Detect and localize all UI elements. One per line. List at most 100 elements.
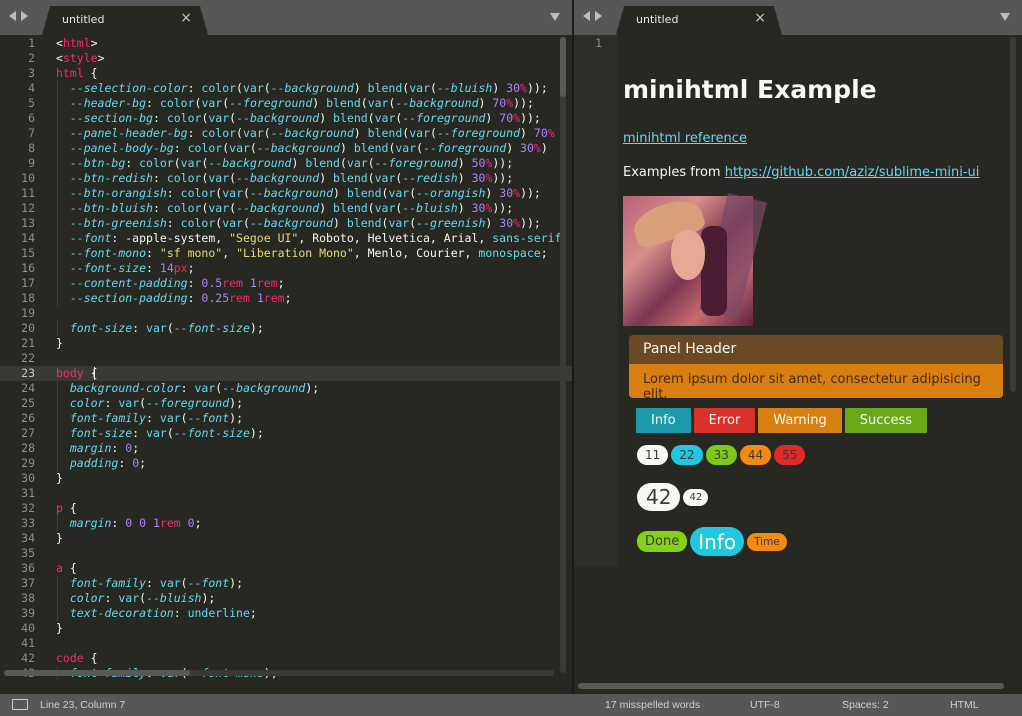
code-line[interactable]: 32 p {	[0, 501, 572, 516]
code-text[interactable]: --content-padding: 0.5rem 1rem;	[40, 276, 285, 291]
arrow-right-icon[interactable]	[595, 11, 602, 21]
code-text[interactable]: <html>	[40, 36, 98, 51]
code-line[interactable]: 33 margin: 0 0 1rem 0;	[0, 516, 572, 531]
code-line[interactable]: 29 padding: 0;	[0, 456, 572, 471]
code-line[interactable]: 17 --content-padding: 0.5rem 1rem;	[0, 276, 572, 291]
code-line[interactable]: 22	[0, 351, 572, 366]
code-line[interactable]: 5 --header-bg: color(var(--foreground) b…	[0, 96, 572, 111]
code-line[interactable]: 42 code {	[0, 651, 572, 666]
code-line[interactable]: 14 --font: -apple-system, "Segoe UI", Ro…	[0, 231, 572, 246]
code-editor[interactable]: 1 <html> 2 <style> 3 html {4 --selection-colo…	[0, 35, 572, 680]
code-text[interactable]: --section-padding: 0.25rem 1rem;	[40, 291, 292, 306]
code-text[interactable]: body {	[40, 366, 98, 381]
code-text[interactable]: --btn-bluish: color(var(--background) bl…	[40, 201, 513, 216]
code-text[interactable]: a {	[40, 561, 77, 576]
close-icon[interactable]: ×	[754, 10, 766, 26]
code-text-area[interactable]: 1 <html> 2 <style> 3 html {4 --selection-colo…	[0, 35, 572, 680]
code-text[interactable]: }	[40, 471, 63, 486]
code-text[interactable]	[40, 306, 56, 321]
code-text[interactable]: }	[40, 531, 63, 546]
code-line[interactable]: 1 <html>	[0, 36, 572, 51]
code-line[interactable]: 37 font-family: var(--font);	[0, 576, 572, 591]
code-text[interactable]: html {	[40, 66, 98, 81]
code-text[interactable]: p {	[40, 501, 77, 516]
code-line[interactable]: 21}	[0, 336, 572, 351]
tab-nav-arrows[interactable]	[9, 11, 28, 21]
github-link[interactable]: https://github.com/aziz/sublime-mini-ui	[725, 165, 980, 180]
code-text[interactable]: --selection-color: color(var(--backgroun…	[40, 81, 548, 96]
code-line[interactable]: 20 font-size: var(--font-size);	[0, 321, 572, 336]
panel-toggle-icon[interactable]	[12, 699, 28, 710]
arrow-right-icon[interactable]	[21, 11, 28, 21]
code-line[interactable]: 39 text-decoration: underline;	[0, 606, 572, 621]
code-line[interactable]: 25 color: var(--foreground);	[0, 396, 572, 411]
arrow-left-icon[interactable]	[9, 11, 16, 21]
success-button[interactable]: Success	[844, 408, 928, 433]
code-text[interactable]: margin: 0;	[40, 441, 139, 456]
error-button[interactable]: Error	[693, 408, 756, 433]
code-text[interactable]: font-family: var(--font);	[40, 411, 243, 426]
code-line[interactable]: 4 --selection-color: color(var(--backgro…	[0, 81, 572, 96]
code-line[interactable]: 12 --btn-bluish: color(var(--background)…	[0, 201, 572, 216]
code-line[interactable]: 38 color: var(--bluish);	[0, 591, 572, 606]
indentation-status[interactable]: Spaces: 2	[842, 699, 889, 711]
vertical-scrollbar[interactable]	[1010, 37, 1016, 392]
horizontal-scrollbar[interactable]	[4, 670, 554, 676]
code-text[interactable]: --header-bg: color(var(--foreground) ble…	[40, 96, 534, 111]
syntax-status[interactable]: HTML	[950, 699, 979, 711]
code-line[interactable]: 40}	[0, 621, 572, 636]
code-text[interactable]: text-decoration: underline;	[40, 606, 257, 621]
code-line[interactable]: 2 <style>	[0, 51, 572, 66]
code-line[interactable]: 3 html {	[0, 66, 572, 81]
code-text[interactable]: --btn-greenish: color(var(--background) …	[40, 216, 541, 231]
code-line[interactable]: 41	[0, 636, 572, 651]
code-line[interactable]: 30}	[0, 471, 572, 486]
code-text[interactable]: --font-size: 14px;	[40, 261, 195, 276]
code-text[interactable]	[40, 546, 56, 561]
code-line[interactable]: 34}	[0, 531, 572, 546]
close-icon[interactable]: ×	[180, 10, 192, 26]
code-line[interactable]: 35	[0, 546, 572, 561]
code-line[interactable]: 24 background-color: var(--background);	[0, 381, 572, 396]
code-text[interactable]: --panel-header-bg: color(var(--backgroun…	[40, 126, 555, 141]
code-text[interactable]: padding: 0;	[40, 456, 146, 471]
code-text[interactable]: --panel-body-bg: color(var(--background)…	[40, 141, 548, 156]
code-text[interactable]: color: var(--bluish);	[40, 591, 215, 606]
code-line[interactable]: 23 body {	[0, 366, 572, 381]
encoding-status[interactable]: UTF-8	[750, 699, 780, 711]
code-line[interactable]: 11 --btn-orangish: color(var(--backgroun…	[0, 186, 572, 201]
warning-button[interactable]: Warning	[758, 408, 842, 433]
code-line[interactable]: 31	[0, 486, 572, 501]
code-text[interactable]	[40, 351, 56, 366]
code-text[interactable]: --font-mono: "sf mono", "Liberation Mono…	[40, 246, 548, 261]
code-text[interactable]: font-size: var(--font-size);	[40, 321, 264, 336]
scroll-thumb[interactable]	[4, 670, 190, 676]
code-line[interactable]: 8 --panel-body-bg: color(var(--backgroun…	[0, 141, 572, 156]
code-text[interactable]: --btn-orangish: color(var(--background) …	[40, 186, 541, 201]
code-text[interactable]: --btn-bg: color(var(--background) blend(…	[40, 156, 513, 171]
code-line[interactable]: 15 --font-mono: "sf mono", "Liberation M…	[0, 246, 572, 261]
code-line[interactable]: 6 --section-bg: color(var(--background) …	[0, 111, 572, 126]
vertical-scrollbar[interactable]	[560, 37, 566, 673]
code-line[interactable]: 28 margin: 0;	[0, 441, 572, 456]
code-text[interactable]: font-family: var(--font);	[40, 576, 243, 591]
code-text[interactable]: <style>	[40, 51, 105, 66]
code-line[interactable]: 9 --btn-bg: color(var(--background) blen…	[0, 156, 572, 171]
code-text[interactable]: font-size: var(--font-size);	[40, 426, 264, 441]
code-text[interactable]: --btn-redish: color(var(--background) bl…	[40, 171, 513, 186]
code-text[interactable]: --font: -apple-system, "Segoe UI", Robot…	[40, 231, 562, 246]
tab-untitled-right[interactable]: untitled ×	[616, 6, 782, 35]
code-text[interactable]	[40, 486, 56, 501]
code-line[interactable]: 16 --font-size: 14px;	[0, 261, 572, 276]
reference-link[interactable]: minihtml reference	[623, 131, 747, 146]
code-line[interactable]: 36 a {	[0, 561, 572, 576]
code-line[interactable]: 10 --btn-redish: color(var(--background)…	[0, 171, 572, 186]
tab-nav-arrows[interactable]	[583, 11, 602, 21]
code-text[interactable]: background-color: var(--background);	[40, 381, 319, 396]
code-line[interactable]: 18 --section-padding: 0.25rem 1rem;	[0, 291, 572, 306]
scroll-thumb[interactable]	[560, 37, 566, 97]
code-text[interactable]: }	[40, 336, 63, 351]
code-text[interactable]: margin: 0 0 1rem 0;	[40, 516, 202, 531]
code-line[interactable]: 19	[0, 306, 572, 321]
code-line[interactable]: 7 --panel-header-bg: color(var(--backgro…	[0, 126, 572, 141]
